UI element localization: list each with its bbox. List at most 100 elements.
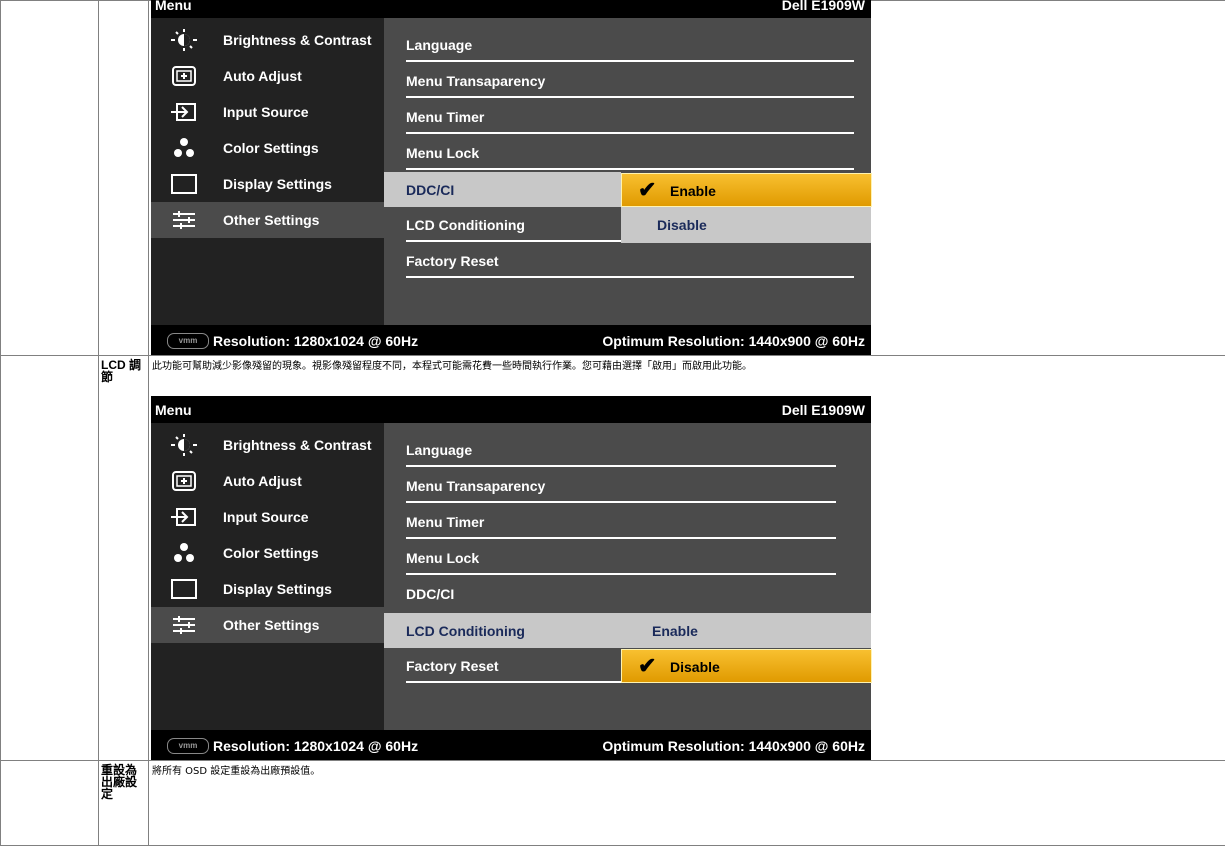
osd-item-brightness[interactable]: Brightness & Contrast [151,427,384,463]
osd-sub-label: Menu Transaparency [406,478,545,494]
table-row-ddcci: Menu Dell E1909W Brightness & Contrast A… [1,1,1225,356]
osd-sub-ddcci[interactable]: DDC/CI [406,576,854,612]
osd-sub-menu-lock[interactable]: Menu Lock [406,135,854,171]
divider [406,168,854,170]
osd-sub-label: Menu Timer [406,109,484,125]
checkmark-icon: ✔ [638,177,656,203]
osd-sub-menu-timer[interactable]: Menu Timer [406,99,854,135]
osd-sub-ddcci[interactable]: DDC/CI [384,172,621,207]
osd-item-label: Display Settings [223,581,332,597]
row-description-lcd: 此功能可幫助減少影像殘留的現象。視影像殘留程度不同，本程式可能需花費一些時間執行… [149,356,1225,374]
osd-status-bar: vmm Resolution: 1280x1024 @ 60Hz Optimum… [151,730,871,760]
osd-sub-label: Language [406,442,472,458]
input-source-icon [169,101,199,123]
osd-sub-factory-reset[interactable]: Factory Reset [406,648,621,684]
osd-item-other-settings[interactable]: Other Settings [151,202,384,238]
divider [406,276,854,278]
content-cell: 將所有 OSD 設定重設為出廠預設值。 [149,761,1225,846]
input-source-icon [169,506,199,528]
option-label: Enable [670,183,716,199]
option-disable-selected[interactable]: ✔ Disable [621,649,872,683]
osd-item-input-source[interactable]: Input Source [151,94,384,130]
table-row-lcd-conditioning: LCD 調節 此功能可幫助減少影像殘留的現象。視影像殘留程度不同，本程式可能需花… [1,356,1225,761]
osd-sub-label: Menu Timer [406,514,484,530]
osd-item-label: Input Source [223,509,309,525]
osd-sub-factory-reset[interactable]: Factory Reset [406,243,854,279]
option-label: Disable [657,217,707,233]
table-row-factory-reset: 重設為出廠設定 將所有 OSD 設定重設為出廠預設值。 [1,761,1225,846]
divider [406,96,854,98]
osd-status-bar: vmm Resolution: 1280x1024 @ 60Hz Optimum… [151,325,871,355]
osd-sub-menu-timer[interactable]: Menu Timer [406,504,854,540]
empty-cell [1,356,99,761]
osd-sub-label: Menu Lock [406,145,479,161]
osd-sub-lcd-conditioning[interactable]: LCD Conditioning [406,207,621,243]
osd-item-label: Other Settings [223,617,319,633]
osd-item-color-settings[interactable]: Color Settings [151,535,384,571]
osd-item-label: Brightness & Contrast [223,32,372,48]
settings-table: Menu Dell E1909W Brightness & Contrast A… [0,0,1225,846]
osd-sub-label: LCD Conditioning [406,217,525,233]
empty-cell [1,761,99,846]
osd-left-menu: Brightness & Contrast Auto Adjust Input … [151,18,384,325]
option-label: Disable [670,659,720,675]
empty-label-cell [99,1,149,356]
display-settings-icon [169,578,199,600]
divider [406,60,854,62]
osd-menu-lcd: Menu Dell E1909W Brightness & Contrast A… [151,396,871,760]
osd-item-color-settings[interactable]: Color Settings [151,130,384,166]
option-disable[interactable]: Disable [621,207,871,243]
osd-item-label: Auto Adjust [223,473,302,489]
osd-sub-label: Language [406,37,472,53]
osd-item-label: Display Settings [223,176,332,192]
empty-cell [1,1,99,356]
osd-sub-lcd-conditioning[interactable]: LCD Conditioning Enable [384,613,871,648]
osd-sub-menu-transparency[interactable]: Menu Transaparency [406,468,854,504]
osd-item-input-source[interactable]: Input Source [151,499,384,535]
osd-item-display-settings[interactable]: Display Settings [151,166,384,202]
color-settings-icon [169,542,199,564]
osd-item-label: Color Settings [223,140,319,156]
divider [406,501,836,503]
osd-sub-menu-transparency[interactable]: Menu Transaparency [406,63,854,99]
divider [406,573,836,575]
row-description-reset: 將所有 OSD 設定重設為出廠預設值。 [149,761,1225,779]
resolution-text: Resolution: 1280x1024 @ 60Hz [213,333,418,349]
osd-sub-language[interactable]: Language [406,27,854,63]
osd-item-auto-adjust[interactable]: Auto Adjust [151,58,384,94]
osd-item-brightness[interactable]: Brightness & Contrast [151,22,384,58]
osd-sub-language[interactable]: Language [406,432,854,468]
osd-sub-menu-lock[interactable]: Menu Lock [406,540,854,576]
divider [406,681,621,683]
content-cell: Menu Dell E1909W Brightness & Contrast A… [149,1,1225,356]
osd-item-label: Color Settings [223,545,319,561]
vmm-logo-icon: vmm [167,333,209,349]
color-settings-icon [169,137,199,159]
osd-item-display-settings[interactable]: Display Settings [151,571,384,607]
page: Menu Dell E1909W Brightness & Contrast A… [0,0,1225,839]
osd-menu-ddcci: Menu Dell E1909W Brightness & Contrast A… [151,0,871,355]
osd-title-bar: Menu Dell E1909W [151,0,871,18]
divider [406,465,836,467]
auto-adjust-icon [169,470,199,492]
osd-left-menu: Brightness & Contrast Auto Adjust Input … [151,423,384,730]
optimum-resolution-text: Optimum Resolution: 1440x900 @ 60Hz [602,738,865,754]
other-settings-icon [169,614,199,636]
brightness-icon [169,29,199,51]
osd-model-name: Dell E1909W [782,0,865,13]
osd-sub-label: DDC/CI [406,182,454,198]
content-cell: 此功能可幫助減少影像殘留的現象。視影像殘留程度不同，本程式可能需花費一些時間執行… [149,356,1225,761]
checkmark-icon: ✔ [638,653,656,679]
option-enable[interactable]: Enable [652,623,698,639]
brightness-icon [169,434,199,456]
osd-item-other-settings[interactable]: Other Settings [151,607,384,643]
osd-sub-label: Menu Transaparency [406,73,545,89]
osd-title-bar: Menu Dell E1909W [151,396,871,423]
osd-sub-label: Menu Lock [406,550,479,566]
divider [406,537,836,539]
osd-item-label: Input Source [223,104,309,120]
row-label-lcd: LCD 調節 [99,356,149,761]
option-enable-selected[interactable]: ✔ Enable [621,173,872,207]
osd-item-auto-adjust[interactable]: Auto Adjust [151,463,384,499]
divider [406,132,854,134]
